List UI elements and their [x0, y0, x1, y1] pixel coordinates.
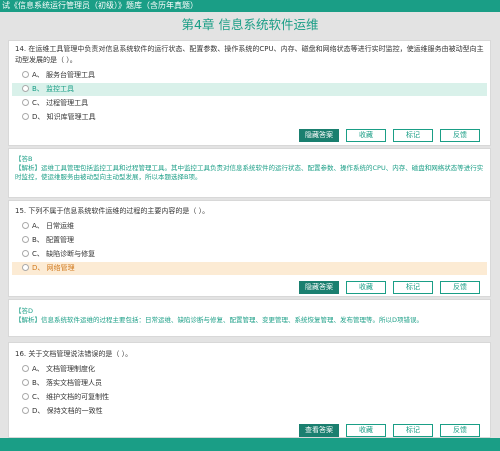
- option-c[interactable]: C、 维护文档的可复制性: [12, 391, 487, 404]
- option-b[interactable]: B、 配置管理: [12, 234, 487, 247]
- answer-panel-15: 【答D 【解析】信息系统软件运维的过程主要包括：日常运维、缺陷诊断与修复、配置管…: [8, 299, 491, 337]
- answer-label: 【答B: [15, 155, 33, 163]
- feedback-button[interactable]: 反馈: [440, 129, 480, 142]
- view-answer-button[interactable]: 查看答案: [299, 424, 339, 437]
- option-label: C、 维护文档的可复制性: [32, 393, 110, 401]
- option-label: D、 网络管理: [32, 264, 75, 272]
- mark-button[interactable]: 标记: [393, 129, 433, 142]
- favorite-button[interactable]: 收藏: [346, 129, 386, 142]
- option-c[interactable]: C、 过程管理工具: [12, 97, 487, 110]
- option-label: C、 缺陷诊断与修复: [32, 250, 96, 258]
- question-card-14: 14. 在运维工具管理中负责对信息系统软件的运行状态、配置参数、操作系统的CPU…: [8, 40, 491, 146]
- option-a[interactable]: A、 日常运维: [12, 220, 487, 233]
- question-text: 15. 下列不属于信息系统软件运维的过程的主要内容的是（ ）。: [15, 207, 210, 215]
- mark-button[interactable]: 标记: [393, 424, 433, 437]
- hide-answer-button[interactable]: 隐藏答案: [299, 129, 339, 142]
- action-buttons: 隐藏答案 收藏 标记 反馈: [299, 129, 480, 142]
- chapter-title: 第4章 信息系统软件运维: [181, 17, 319, 32]
- exam-title: 试《信息系统运行管理员（初级）》题库（含历年真题）: [2, 1, 198, 10]
- action-buttons: 查看答案 收藏 标记 反馈: [299, 424, 480, 437]
- radio-icon[interactable]: [22, 71, 29, 78]
- bottom-bar: [0, 438, 500, 451]
- option-label: C、 过程管理工具: [32, 99, 89, 107]
- action-buttons: 隐藏答案 收藏 标记 反馈: [299, 281, 480, 294]
- radio-icon[interactable]: [22, 222, 29, 229]
- radio-icon[interactable]: [22, 407, 29, 414]
- radio-icon[interactable]: [22, 236, 29, 243]
- feedback-button[interactable]: 反馈: [440, 281, 480, 294]
- favorite-button[interactable]: 收藏: [346, 281, 386, 294]
- hide-answer-button[interactable]: 隐藏答案: [299, 281, 339, 294]
- mark-button[interactable]: 标记: [393, 281, 433, 294]
- option-label: A、 日常运维: [32, 222, 75, 230]
- question-card-16: 16. 关于文档管理说法错误的是（ ）。 A、 文档管理制度化 B、 落实文档管…: [8, 342, 491, 438]
- option-label: B、 监控工具: [32, 85, 75, 93]
- option-label: B、 落实文档管理人员: [32, 379, 103, 387]
- option-a[interactable]: A、 文档管理制度化: [12, 363, 487, 376]
- answer-label: 【答D: [15, 307, 34, 315]
- question-card-15: 15. 下列不属于信息系统软件运维的过程的主要内容的是（ ）。 A、 日常运维 …: [8, 200, 491, 297]
- feedback-button[interactable]: 反馈: [440, 424, 480, 437]
- question-text: 14. 在运维工具管理中负责对信息系统软件的运行状态、配置参数、操作系统的CPU…: [15, 45, 484, 64]
- option-a[interactable]: A、 服务台管理工具: [12, 69, 487, 82]
- radio-icon[interactable]: [22, 393, 29, 400]
- option-c[interactable]: C、 缺陷诊断与修复: [12, 248, 487, 261]
- answer-panel-14: 【答B 【解析】运维工具管理包括监控工具和过程管理工具。其中监控工具负责对信息系…: [8, 148, 491, 198]
- option-b-correct[interactable]: B、 监控工具: [12, 83, 487, 96]
- radio-icon[interactable]: [22, 99, 29, 106]
- option-d[interactable]: D、 保持文档的一致性: [12, 405, 487, 418]
- option-b[interactable]: B、 落实文档管理人员: [12, 377, 487, 390]
- option-label: B、 配置管理: [32, 236, 75, 244]
- answer-analysis: 【解析】运维工具管理包括监控工具和过程管理工具。其中监控工具负责对信息系统软件的…: [15, 164, 484, 181]
- option-label: D、 保持文档的一致性: [32, 407, 103, 415]
- option-d[interactable]: D、 知识库管理工具: [12, 111, 487, 124]
- radio-icon[interactable]: [22, 250, 29, 257]
- option-label: A、 服务台管理工具: [32, 71, 96, 79]
- answer-analysis: 【解析】信息系统软件运维的过程主要包括：日常运维、缺陷诊断与修复、配置管理、变更…: [15, 316, 424, 324]
- option-label: D、 知识库管理工具: [32, 113, 96, 121]
- radio-icon[interactable]: [22, 264, 29, 271]
- favorite-button[interactable]: 收藏: [346, 424, 386, 437]
- option-label: A、 文档管理制度化: [32, 365, 96, 373]
- radio-icon[interactable]: [22, 379, 29, 386]
- radio-icon[interactable]: [22, 113, 29, 120]
- radio-icon[interactable]: [22, 85, 29, 92]
- question-text: 16. 关于文档管理说法错误的是（ ）。: [15, 350, 133, 358]
- radio-icon[interactable]: [22, 365, 29, 372]
- option-d-correct[interactable]: D、 网络管理: [12, 262, 487, 275]
- window-title-bar: 试《信息系统运行管理员（初级）》题库（含历年真题）: [0, 0, 500, 12]
